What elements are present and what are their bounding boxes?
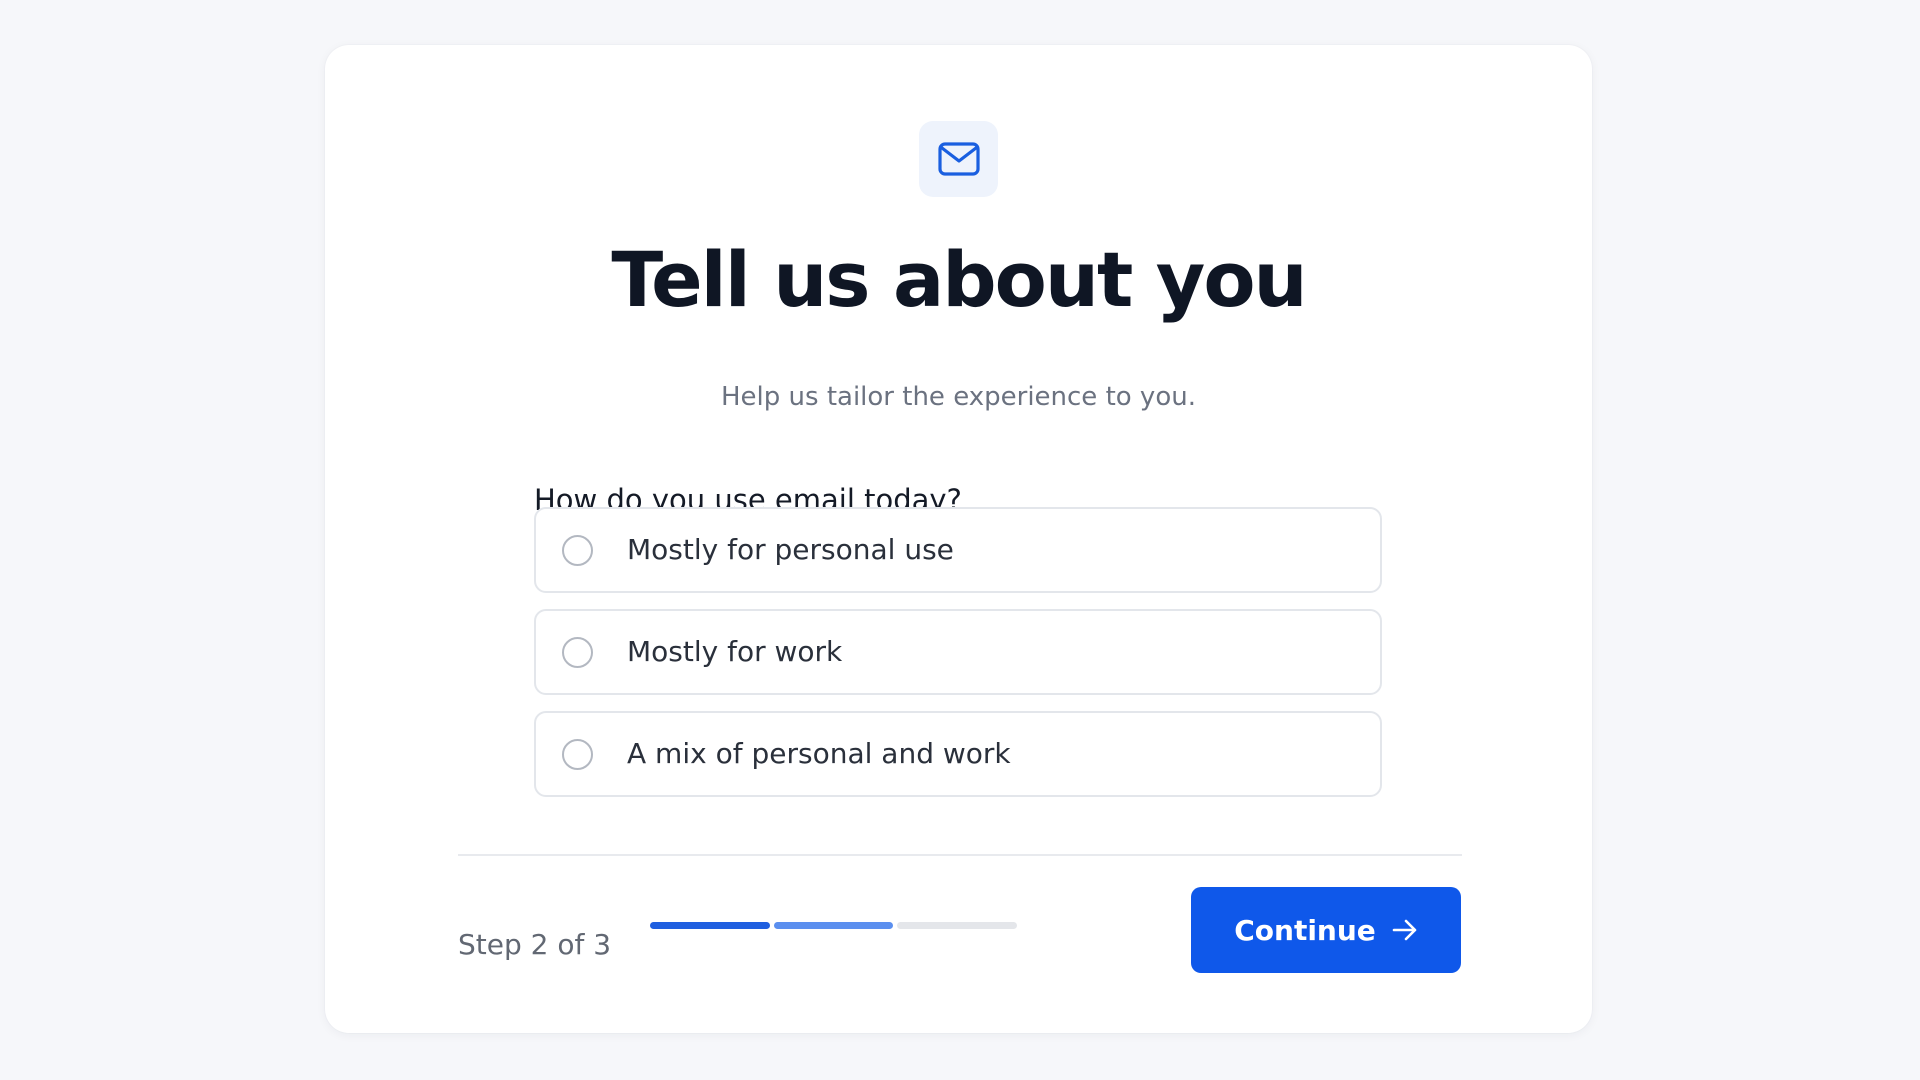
option-label: A mix of personal and work <box>627 737 1011 770</box>
progress-bar <box>650 922 1018 929</box>
step-indicator: Step 2 of 3 <box>458 928 612 961</box>
progress-segment <box>897 922 1018 929</box>
mail-icon-tile <box>919 121 998 197</box>
onboarding-card: Tell us about you Help us tailor the exp… <box>325 45 1592 1033</box>
arrow-right-icon <box>1392 919 1418 941</box>
continue-button[interactable]: Continue <box>1191 887 1461 973</box>
radio-button[interactable] <box>562 739 593 770</box>
radio-button[interactable] <box>562 535 593 566</box>
progress-segment <box>650 922 770 929</box>
page-title: Tell us about you <box>611 235 1307 324</box>
continue-label: Continue <box>1234 913 1376 947</box>
option-label: Mostly for work <box>627 635 843 668</box>
progress-segment <box>773 922 894 929</box>
radio-button[interactable] <box>562 637 593 668</box>
option-work[interactable]: Mostly for work <box>534 609 1382 695</box>
footer-divider <box>458 854 1462 856</box>
page-subtitle: Help us tailor the experience to you. <box>721 382 1196 412</box>
option-mix[interactable]: A mix of personal and work <box>534 711 1382 797</box>
option-personal[interactable]: Mostly for personal use <box>534 507 1382 593</box>
option-label: Mostly for personal use <box>627 533 954 566</box>
mail-icon <box>937 142 980 176</box>
